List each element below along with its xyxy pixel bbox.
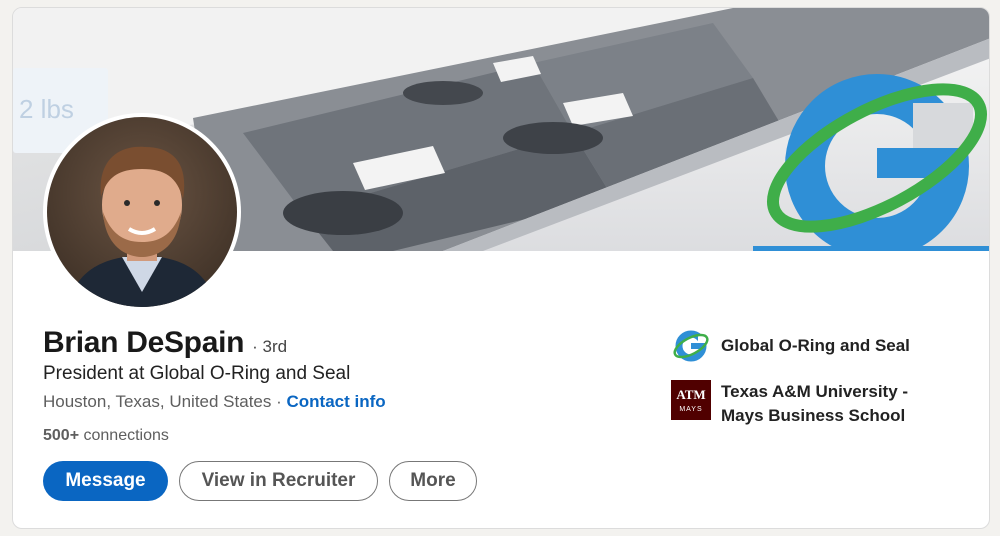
- org-current-company[interactable]: Global O-Ring and Seal: [671, 326, 910, 366]
- logo-text: MAYS: [679, 405, 703, 413]
- org-name: Global O-Ring and Seal: [721, 336, 910, 355]
- message-button[interactable]: Message: [43, 461, 168, 501]
- connection-degree: · 3rd: [252, 337, 288, 356]
- svg-text:2 lbs: 2 lbs: [19, 94, 74, 124]
- name-row: Brian DeSpain · 3rd: [43, 326, 287, 360]
- org-name: Texas A&M University - Mays Business Sch…: [721, 380, 908, 428]
- profile-name[interactable]: Brian DeSpain: [43, 326, 244, 360]
- global-oring-logo-icon: [673, 330, 709, 362]
- org-name-line1: Texas A&M University -: [721, 382, 909, 401]
- avatar[interactable]: [43, 113, 241, 311]
- location-separator: ·: [276, 392, 282, 411]
- view-in-recruiter-button[interactable]: View in Recruiter: [179, 461, 378, 501]
- contact-info-link[interactable]: Contact info: [287, 392, 386, 411]
- org-education[interactable]: ATM MAYS Texas A&M University - Mays Bus…: [671, 380, 910, 428]
- profile-headline: President at Global O-Ring and Seal: [43, 363, 351, 384]
- profile-actions: Message View in Recruiter More: [43, 461, 477, 501]
- connections-number: 500+: [43, 427, 80, 444]
- texas-am-logo-icon: ATM MAYS: [671, 380, 711, 420]
- profile-location: Houston, Texas, United States: [43, 392, 272, 411]
- profile-orgs: Global O-Ring and Seal ATM MAYS Texas A&…: [671, 326, 910, 442]
- connections-count[interactable]: 500+ connections: [43, 427, 169, 445]
- connections-label: connections: [83, 427, 169, 444]
- more-button[interactable]: More: [389, 461, 477, 501]
- profile-card: 2 lbs Brian DeSpain · 3rd President at G…: [12, 7, 990, 529]
- location-row: Houston, Texas, United States · Contact …: [43, 392, 386, 412]
- org-name-line2: Mays Business School: [721, 406, 906, 425]
